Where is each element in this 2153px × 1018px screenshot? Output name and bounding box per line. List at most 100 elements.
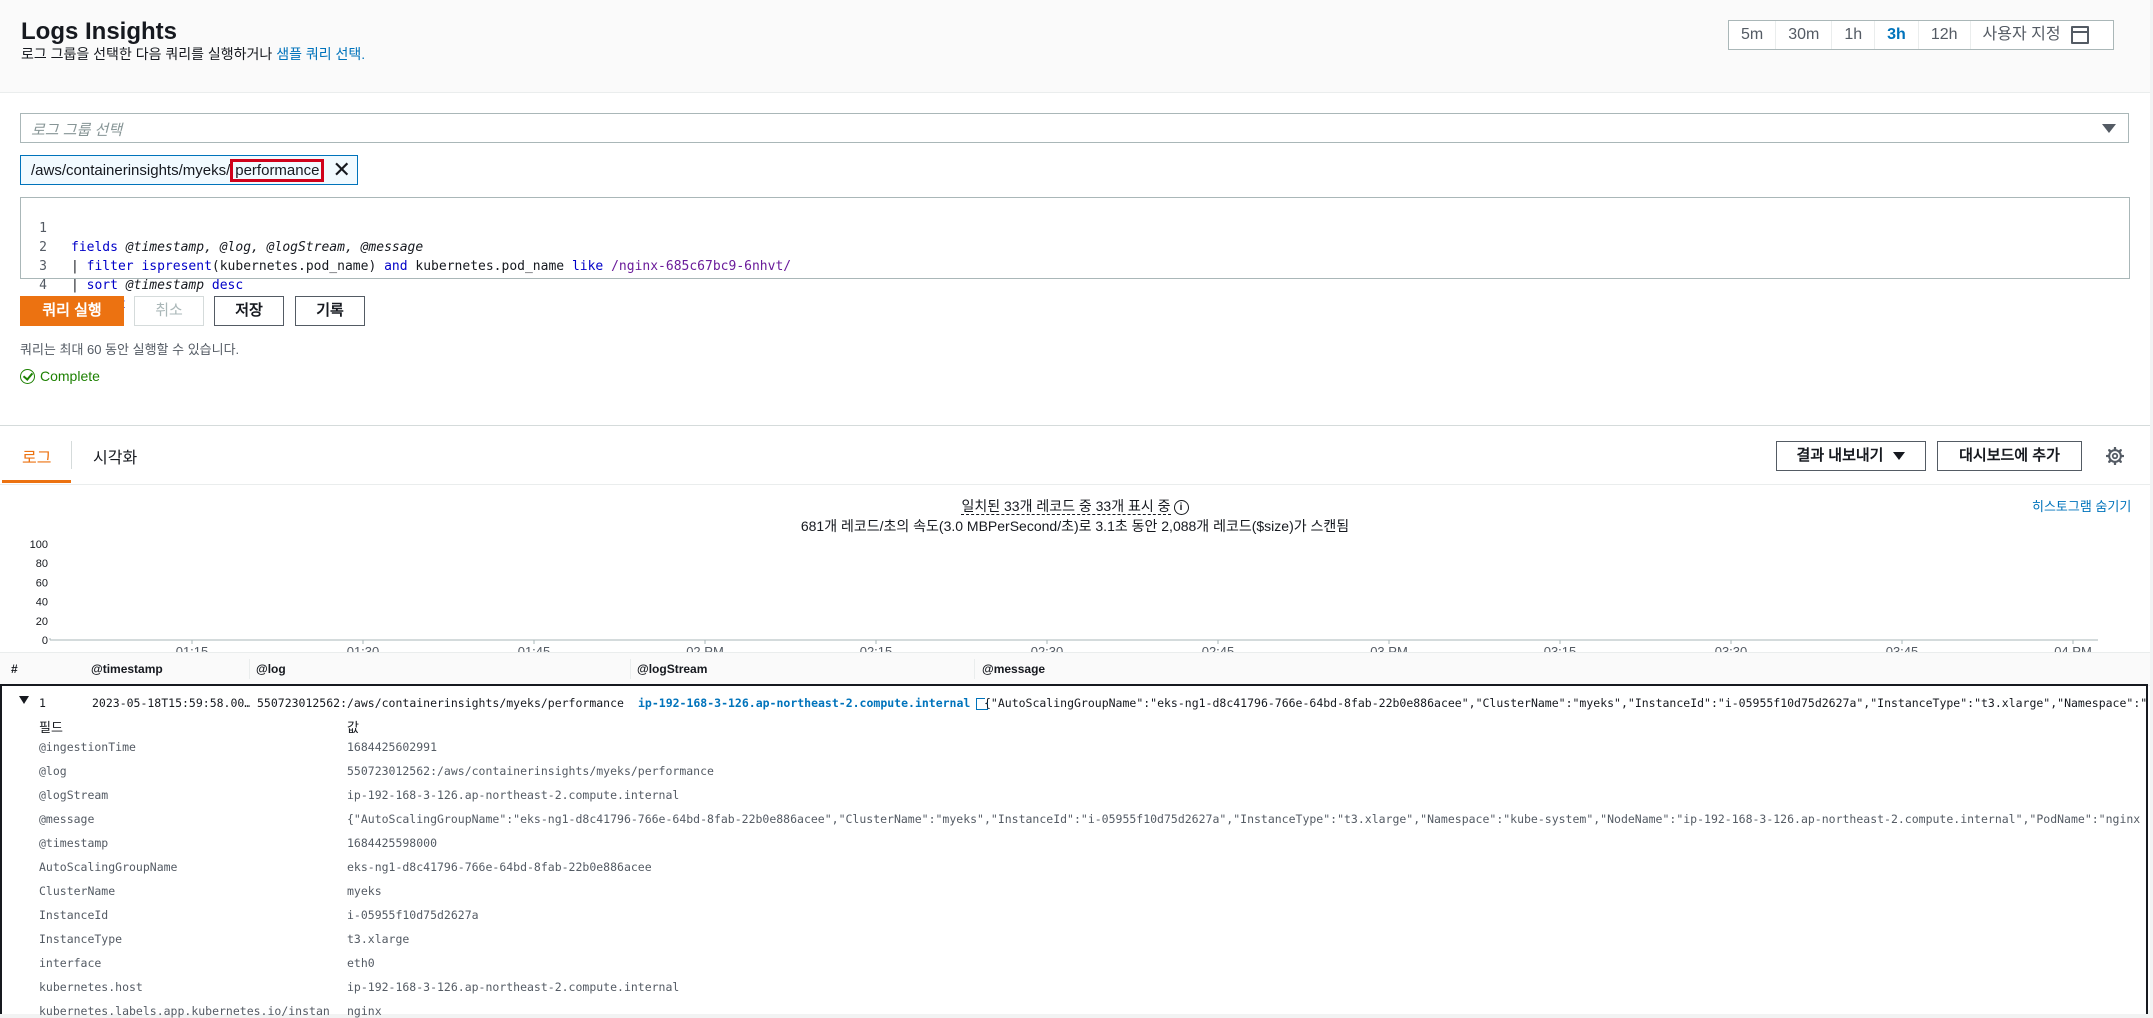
records-matched-summary: 일치된 33개 레코드 중 33개 표시 중i [0, 496, 2150, 516]
detail-value: ip-192-168-3-126.ap-northeast-2.compute.… [347, 788, 680, 802]
caret-down-icon [1893, 452, 1906, 461]
detail-value: myeks [347, 884, 382, 898]
column-header-timestamp[interactable]: @timestamp [91, 662, 163, 676]
detail-value: 1684425598000 [347, 836, 438, 850]
line-number: 4 [39, 278, 47, 293]
history-button[interactable]: 기록 [295, 296, 365, 326]
x-tick-label: 03:15 [1544, 644, 1577, 652]
range-custom[interactable]: 사용자 지정 [1971, 21, 2101, 49]
detail-value: i-05955f10d75d2627a [347, 908, 479, 922]
column-header-index: # [11, 662, 18, 676]
tab-visualization[interactable]: 시각화 [93, 444, 137, 468]
code-text: fields @timestamp, @log, @logStream, @me… [71, 240, 424, 255]
detail-field: kubernetes.host [39, 980, 143, 994]
query-panel: 로그 그룹 선택 /aws/containerinsights/myeks/pe… [0, 93, 2150, 426]
detail-field-header: 필드 [39, 720, 63, 735]
x-tick-label: 04 PM [2054, 644, 2092, 652]
column-header-message[interactable]: @message [982, 662, 1045, 676]
tab-divider [71, 441, 72, 469]
detail-field: interface [39, 956, 102, 970]
query-editor[interactable]: 1 fields @timestamp, @log, @logStream, @… [20, 197, 2130, 312]
code-text: | sort @timestamp desc [71, 278, 244, 293]
logstream-link-text[interactable]: ip-192-168-3-126.ap-northeast-2.compute.… [638, 696, 970, 710]
range-1h[interactable]: 1h [1832, 21, 1876, 49]
page-subtitle: 로그 그룹을 선택한 다음 쿼리를 실행하거나 샘플 쿼리 선택. [21, 44, 365, 64]
time-range-selector: 5m 30m 1h 3h 12h 사용자 지정 [1728, 20, 2114, 50]
active-tab-indicator [2, 480, 71, 483]
remove-token-icon[interactable]: ✕ [332, 159, 350, 181]
x-tick-label: 03:30 [1715, 644, 1748, 652]
range-30m[interactable]: 30m [1776, 21, 1833, 49]
x-tick-label: 02:45 [1202, 644, 1235, 652]
column-header-log[interactable]: @log [256, 662, 286, 676]
code-line: 4 | limit 50 [21, 257, 149, 312]
calendar-icon [2070, 26, 2089, 44]
results-panel: 로그 시각화 결과 내보내기 대시보드에 추가 일치된 33개 레코드 중 33… [0, 426, 2150, 1018]
sample-query-link[interactable]: 샘플 쿼리 선택. [276, 46, 365, 62]
row-message: {"AutoScalingGroupName":"eks-ng1-d8c4179… [984, 696, 2146, 710]
tab-logs[interactable]: 로그 [22, 444, 51, 468]
x-tick-label: 03 PM [1370, 644, 1408, 652]
x-tick-label: 02:15 [860, 644, 893, 652]
detail-field: @logStream [39, 788, 109, 802]
code-line: 3 | sort @timestamp desc [21, 238, 243, 293]
histogram-chart: 100 80 60 40 20 0 01:15 01:30 01:45 02 PM 02:15 02… [30, 539, 2098, 652]
caret-down-icon[interactable] [2102, 124, 2116, 133]
add-to-dashboard-button[interactable]: 대시보드에 추가 [1937, 441, 2082, 471]
detail-value: ip-192-168-3-126.ap-northeast-2.compute.… [347, 980, 680, 994]
detail-field: AutoScalingGroupName [39, 860, 178, 874]
cancel-button[interactable]: 취소 [134, 296, 204, 326]
detail-value: eth0 [347, 956, 375, 970]
detail-field: ClusterName [39, 884, 116, 898]
page-header: Logs Insights 로그 그룹을 선택한 다음 쿼리를 실행하거나 샘플… [0, 0, 2150, 93]
results-table-header: # @timestamp @log @logStream @message [0, 652, 2150, 686]
x-tick-label: 03:45 [1886, 644, 1919, 652]
info-icon[interactable]: i [1173, 499, 1189, 515]
range-3h[interactable]: 3h [1875, 21, 1919, 49]
x-tick-label: 01:30 [347, 644, 380, 652]
check-circle-icon [20, 368, 35, 384]
detail-field: @ingestionTime [39, 740, 136, 754]
table-row[interactable]: 1 2023-05-18T15:59:58.00… 550723012562:/… [0, 684, 2148, 1018]
detail-value: t3.xlarge [347, 932, 410, 946]
row-logstream-link[interactable]: ip-192-168-3-126.ap-northeast-2.compute.… [638, 696, 989, 710]
export-label: 결과 내보내기 [1796, 447, 1884, 464]
detail-value: nginx [347, 1004, 382, 1018]
detail-value-header: 값 [347, 720, 359, 735]
code-text: | filter ispresent(kubernetes.pod_name) … [71, 259, 792, 274]
y-tick-label: 80 [36, 558, 48, 570]
subtitle-text: 로그 그룹을 선택한 다음 쿼리를 실행하거나 [21, 46, 277, 62]
detail-field: InstanceId [39, 908, 109, 922]
detail-field: @timestamp [39, 836, 109, 850]
log-group-prefix: /aws/containerinsights/myeks/ [31, 161, 231, 179]
save-button[interactable]: 저장 [214, 296, 284, 326]
x-tick-label: 01:15 [176, 644, 209, 652]
export-results-button[interactable]: 결과 내보내기 [1776, 441, 1926, 471]
hide-histogram-link[interactable]: 히스토그램 숨기기 [2032, 496, 2131, 515]
range-5m[interactable]: 5m [1729, 21, 1777, 49]
detail-value: {"AutoScalingGroupName":"eks-ng1-d8c4179… [347, 812, 2142, 826]
row-timestamp: 2023-05-18T15:59:58.00… [92, 696, 250, 710]
y-tick-label: 0 [42, 635, 48, 647]
gear-icon[interactable] [2106, 447, 2124, 465]
selected-log-group-token: /aws/containerinsights/myeks/performance… [20, 155, 358, 185]
range-12h[interactable]: 12h [1919, 21, 1971, 49]
detail-value: eks-ng1-d8c41796-766e-64bd-8fab-22b0e886… [347, 860, 652, 874]
expand-row-icon[interactable] [19, 696, 29, 704]
code-line: 1 fields @timestamp, @log, @logStream, @… [21, 200, 423, 255]
records-matched-text: 일치된 33개 레코드 중 33개 표시 중 [961, 498, 1171, 515]
log-group-highlight: performance [230, 158, 325, 182]
row-log: 550723012562:/aws/containerinsights/myek… [257, 696, 624, 710]
column-header-logstream[interactable]: @logStream [637, 662, 707, 676]
run-query-button[interactable]: 쿼리 실행 [20, 296, 124, 326]
status-text: Complete [40, 368, 100, 384]
detail-value: 1684425602991 [347, 740, 438, 754]
detail-field: @log [39, 764, 67, 778]
log-group-select[interactable]: 로그 그룹 선택 [20, 113, 2129, 143]
detail-field: kubernetes.labels.app.kubernetes.io/inst… [39, 1004, 329, 1018]
detail-field: InstanceType [39, 932, 123, 946]
x-tick-label: 02:30 [1031, 644, 1064, 652]
page-title: Logs Insights [21, 18, 177, 45]
y-tick-label: 100 [30, 539, 48, 551]
detail-field: @message [39, 812, 95, 826]
